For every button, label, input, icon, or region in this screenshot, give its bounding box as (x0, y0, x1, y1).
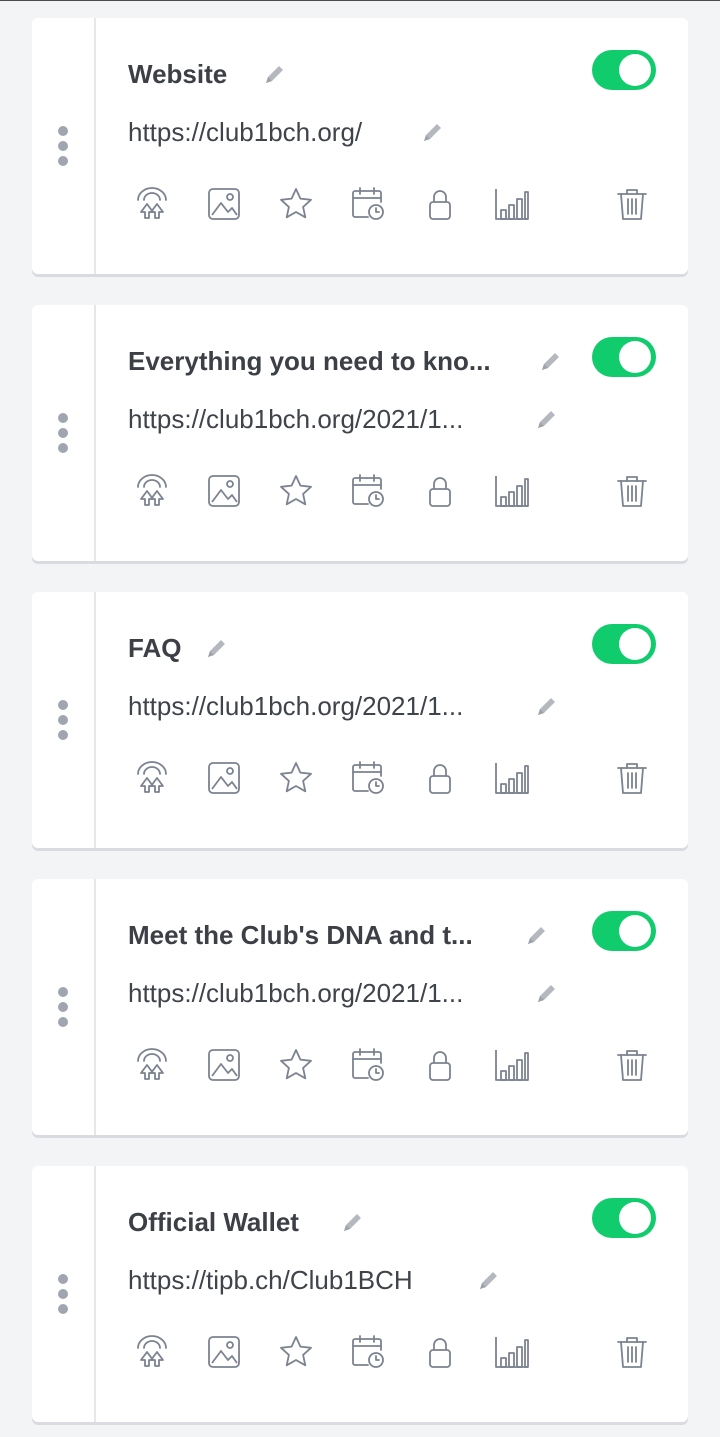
link-card: Everything you need to kno... https://cl… (32, 305, 688, 561)
link-title-row: Website (128, 56, 227, 92)
schedule-icon[interactable] (350, 1334, 386, 1370)
schedule-icon[interactable] (350, 760, 386, 796)
trash-icon[interactable] (614, 186, 650, 222)
redirect-icon[interactable] (134, 1334, 170, 1370)
link-title-row: FAQ (128, 630, 181, 666)
drag-dots-icon (58, 1274, 68, 1314)
lock-icon[interactable] (422, 760, 458, 796)
link-url: https://tipb.ch/Club1BCH (128, 1264, 413, 1295)
analytics-icon[interactable] (494, 186, 530, 222)
thumbnail-icon[interactable] (206, 1047, 242, 1083)
link-card: FAQ https://club1bch.org/2021/1... (32, 592, 688, 848)
link-card: Meet the Club's DNA and t... https://clu… (32, 879, 688, 1135)
link-enabled-toggle[interactable] (592, 50, 656, 90)
link-url: https://club1bch.org/2021/1... (128, 690, 464, 721)
link-url-row: https://club1bch.org/2021/1... (128, 688, 463, 724)
edit-url-pencil-icon[interactable] (534, 980, 560, 1006)
schedule-icon[interactable] (350, 186, 386, 222)
link-title: Official Wallet (128, 1206, 299, 1237)
edit-title-pencil-icon[interactable] (204, 635, 230, 661)
redirect-icon[interactable] (134, 473, 170, 509)
link-card: Official Wallet https://tipb.ch/Club1BCH (32, 1166, 688, 1422)
lock-icon[interactable] (422, 186, 458, 222)
trash-icon[interactable] (614, 473, 650, 509)
drag-handle[interactable] (32, 18, 96, 274)
toggle-knob (619, 628, 651, 660)
lock-icon[interactable] (422, 1047, 458, 1083)
edit-title-pencil-icon[interactable] (262, 61, 288, 87)
link-title-row: Everything you need to kno... (128, 343, 491, 379)
link-url: https://club1bch.org/ (128, 116, 363, 147)
link-url-row: https://club1bch.org/2021/1... (128, 975, 463, 1011)
star-icon[interactable] (278, 1334, 314, 1370)
edit-title-pencil-icon[interactable] (538, 348, 564, 374)
link-enabled-toggle[interactable] (592, 624, 656, 664)
analytics-icon[interactable] (494, 760, 530, 796)
edit-title-pencil-icon[interactable] (524, 922, 550, 948)
drag-dots-icon (58, 700, 68, 740)
trash-icon[interactable] (614, 1047, 650, 1083)
lock-icon[interactable] (422, 473, 458, 509)
drag-dots-icon (58, 126, 68, 166)
link-enabled-toggle[interactable] (592, 1198, 656, 1238)
redirect-icon[interactable] (134, 760, 170, 796)
star-icon[interactable] (278, 186, 314, 222)
analytics-icon[interactable] (494, 1047, 530, 1083)
link-url: https://club1bch.org/2021/1... (128, 977, 464, 1008)
link-title: Everything you need to kno... (128, 345, 491, 376)
link-title: Website (128, 58, 228, 89)
toggle-knob (619, 1202, 651, 1234)
link-url: https://club1bch.org/2021/1... (128, 403, 464, 434)
link-title: Meet the Club's DNA and t... (128, 919, 473, 950)
trash-icon[interactable] (614, 1334, 650, 1370)
link-url-row: https://tipb.ch/Club1BCH (128, 1262, 413, 1298)
link-enabled-toggle[interactable] (592, 337, 656, 377)
star-icon[interactable] (278, 760, 314, 796)
edit-title-pencil-icon[interactable] (340, 1209, 366, 1235)
analytics-icon[interactable] (494, 1334, 530, 1370)
star-icon[interactable] (278, 1047, 314, 1083)
schedule-icon[interactable] (350, 1047, 386, 1083)
thumbnail-icon[interactable] (206, 760, 242, 796)
schedule-icon[interactable] (350, 473, 386, 509)
trash-icon[interactable] (614, 760, 650, 796)
thumbnail-icon[interactable] (206, 473, 242, 509)
drag-handle[interactable] (32, 1166, 96, 1422)
link-card: Website https://club1bch.org/ (32, 18, 688, 274)
edit-url-pencil-icon[interactable] (534, 693, 560, 719)
lock-icon[interactable] (422, 1334, 458, 1370)
link-url-row: https://club1bch.org/2021/1... (128, 401, 463, 437)
edit-url-pencil-icon[interactable] (534, 406, 560, 432)
link-title-row: Official Wallet (128, 1204, 299, 1240)
drag-handle[interactable] (32, 879, 96, 1135)
toggle-knob (619, 341, 651, 373)
link-title: FAQ (128, 632, 182, 663)
edit-url-pencil-icon[interactable] (420, 119, 446, 145)
thumbnail-icon[interactable] (206, 1334, 242, 1370)
link-enabled-toggle[interactable] (592, 911, 656, 951)
drag-handle[interactable] (32, 305, 96, 561)
drag-dots-icon (58, 987, 68, 1027)
redirect-icon[interactable] (134, 1047, 170, 1083)
analytics-icon[interactable] (494, 473, 530, 509)
star-icon[interactable] (278, 473, 314, 509)
redirect-icon[interactable] (134, 186, 170, 222)
toggle-knob (619, 915, 651, 947)
edit-url-pencil-icon[interactable] (476, 1267, 502, 1293)
toggle-knob (619, 54, 651, 86)
link-title-row: Meet the Club's DNA and t... (128, 917, 473, 953)
link-url-row: https://club1bch.org/ (128, 114, 362, 150)
drag-handle[interactable] (32, 592, 96, 848)
thumbnail-icon[interactable] (206, 186, 242, 222)
drag-dots-icon (58, 413, 68, 453)
top-border (0, 0, 720, 1)
